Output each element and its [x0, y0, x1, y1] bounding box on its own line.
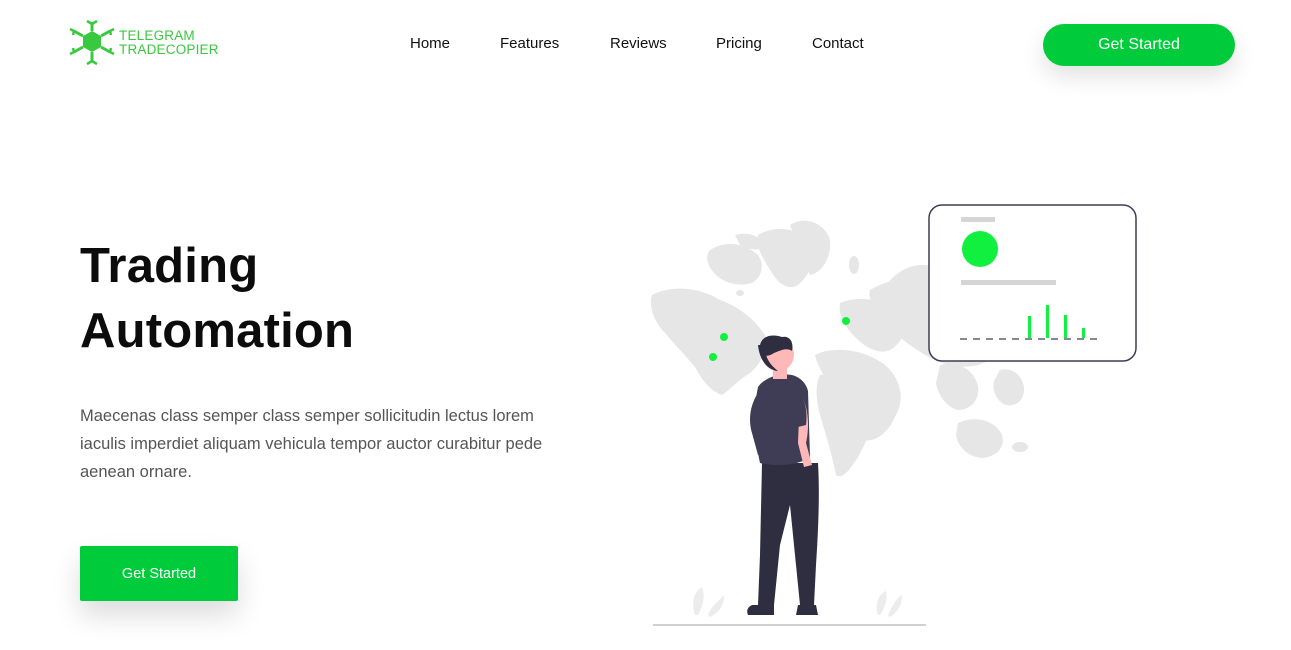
nav-link-home[interactable]: Home	[410, 35, 450, 52]
header-get-started-button[interactable]: Get Started	[1043, 24, 1235, 66]
hero-description: Maecenas class semper class semper solli…	[80, 407, 543, 481]
map-marker	[842, 317, 850, 325]
hero-get-started-button[interactable]: Get Started	[80, 546, 238, 601]
hero-illustration	[640, 195, 1160, 635]
person-figure	[747, 335, 819, 615]
person-world-map-dashboard-icon	[650, 204, 1137, 626]
brand-logo[interactable]: TELEGRAM TRADECOPIER	[68, 18, 238, 70]
hero-title: Trading Automation	[80, 234, 354, 364]
map-marker	[709, 353, 717, 361]
brand-line-1: TELEGRAM	[119, 28, 195, 43]
nav-link-features[interactable]: Features	[500, 35, 559, 52]
hero-title-line-2: Automation	[80, 304, 355, 358]
dashboard-card	[928, 204, 1137, 362]
hero-title-line-1: Trading	[80, 239, 259, 293]
brand-line-2: TRADECOPIER	[119, 42, 219, 57]
nav-link-contact[interactable]: Contact	[812, 35, 864, 52]
nav-link-reviews[interactable]: Reviews	[610, 35, 667, 52]
brand-wordmark: TELEGRAM TRADECOPIER	[119, 29, 219, 57]
nav-link-pricing[interactable]: Pricing	[716, 35, 762, 52]
map-marker	[720, 333, 728, 341]
network-hexagon-icon	[69, 19, 115, 66]
